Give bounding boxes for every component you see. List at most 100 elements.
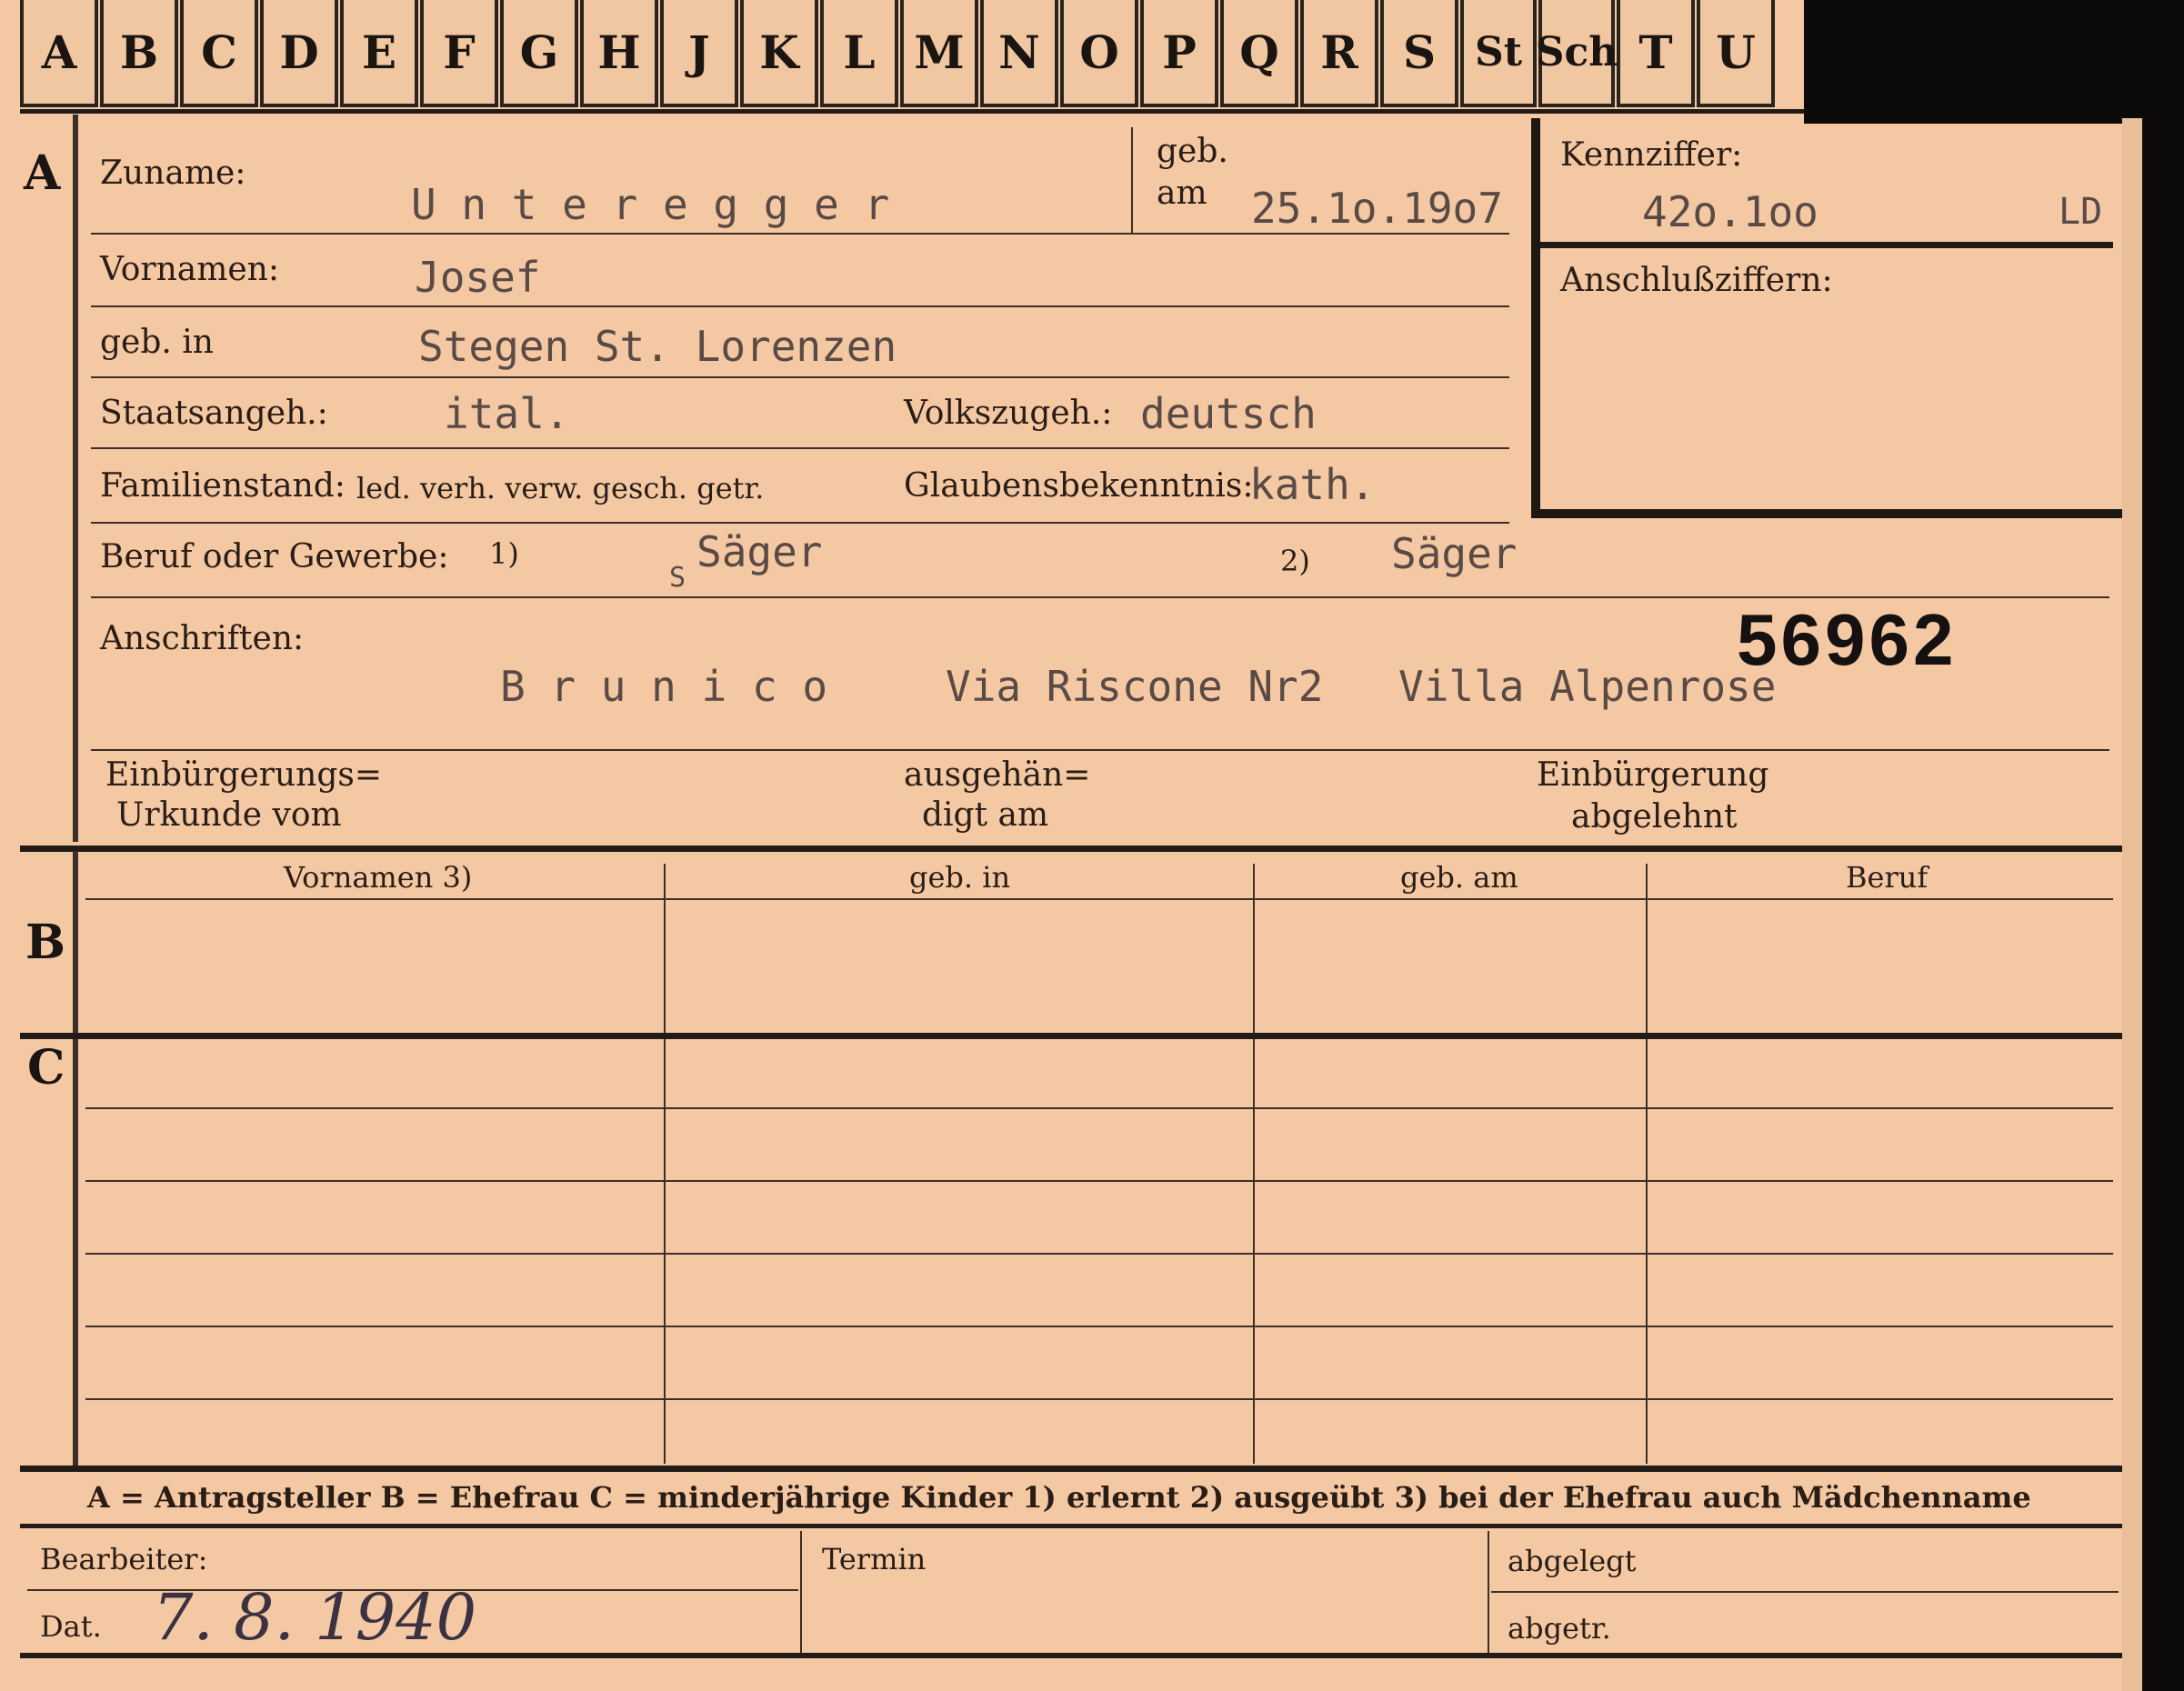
index-tab: K — [740, 0, 818, 107]
row-line — [91, 749, 2109, 751]
index-tab: N — [980, 0, 1058, 107]
anschluss-label: Anschlußziffern: — [1560, 262, 1833, 299]
kennziffer-divider — [1540, 242, 2113, 248]
staatsangeh-label: Staatsangeh.: — [100, 395, 328, 432]
abgetr-label: abgetr. — [1508, 1611, 1611, 1646]
row-line — [91, 376, 1509, 378]
section-b-marker: B — [25, 915, 65, 970]
row-line — [91, 233, 1509, 235]
kennziffer-value: 42o.1oo — [1642, 187, 1818, 236]
kennziffer-label: Kennziffer: — [1560, 136, 1743, 174]
anschriften-villa: Villa Alpenrose — [1398, 662, 1777, 711]
index-tab: R — [1300, 0, 1378, 107]
section-c-top-rule — [20, 1033, 2122, 1039]
termin-label: Termin — [822, 1542, 927, 1576]
index-tab: A — [20, 0, 98, 107]
col-vornamen: Vornamen 3) — [284, 860, 473, 895]
einbuerg-label-1: Einbürgerungs= — [105, 756, 383, 794]
row-line — [91, 447, 1509, 449]
col-geb-am: geb. am — [1400, 860, 1518, 895]
dat-value-handwritten: 7. 8. 1940 — [153, 1580, 477, 1655]
row-line — [91, 305, 1509, 307]
index-tab: Q — [1220, 0, 1298, 107]
abgelehnt-label-1: Einbürgerung — [1537, 756, 1769, 794]
index-tab: M — [900, 0, 978, 107]
geb-in-label: geb. in — [100, 324, 214, 361]
index-tab: H — [580, 0, 658, 107]
staatsangeh-value: ital. — [444, 389, 570, 438]
index-tab: S — [1380, 0, 1458, 107]
glaubens-label: Glaubensbekenntnis: — [904, 467, 1254, 505]
einbuerg-label-2: Urkunde vom — [116, 796, 342, 834]
col-divider — [1488, 1531, 1489, 1653]
index-tab: O — [1060, 0, 1138, 107]
row-line — [1491, 1591, 2119, 1593]
row-line — [85, 898, 2113, 900]
index-tab: U — [1697, 0, 1775, 107]
index-tab: P — [1140, 0, 1218, 107]
index-tabs: A B C D E F G H J K L M N O P Q R S St Sch T U — [20, 0, 1777, 111]
anschriften-label: Anschriften: — [100, 620, 305, 657]
index-tab: E — [340, 0, 418, 107]
beruf-note-1: 1) — [489, 536, 519, 571]
index-tab: G — [500, 0, 578, 107]
index-tab: F — [420, 0, 498, 107]
legend-top-rule — [20, 1466, 2122, 1472]
vornamen-value: Josef — [415, 253, 541, 302]
index-tab: L — [820, 0, 898, 107]
ausgehaen-label-2: digt am — [922, 796, 1049, 834]
col-geb-in: geb. in — [909, 860, 1011, 895]
volkszugeh-label: Volkszugeh.: — [904, 395, 1113, 432]
row-line — [85, 1253, 2113, 1255]
index-tab: C — [180, 0, 258, 107]
abgelegt-label: abgelegt — [1508, 1544, 1637, 1578]
kennziffer-box — [1531, 118, 2122, 518]
index-tab: Sch — [1536, 0, 1618, 107]
geb-am-divider — [1131, 127, 1133, 235]
dat-label: Dat. — [40, 1609, 102, 1644]
tabs-baseline — [20, 109, 1804, 114]
col-divider — [1253, 864, 1255, 1464]
section-a-marker: A — [24, 145, 61, 201]
row-line — [85, 1107, 2113, 1109]
beruf-note-2: 2) — [1280, 544, 1310, 578]
row-line — [85, 1180, 2113, 1182]
col-divider — [800, 1531, 802, 1653]
bearbeiter-label: Bearbeiter: — [40, 1542, 208, 1576]
zuname-label: Zuname: — [100, 155, 246, 192]
zuname-value: U n t e r e g g e r — [411, 180, 890, 229]
row-line — [91, 522, 1509, 524]
section-b-top-rule — [20, 846, 2122, 852]
beruf-value-2: Säger — [1391, 529, 1518, 578]
legend-bottom-rule — [20, 1524, 2122, 1528]
bottom-rule — [20, 1653, 2122, 1658]
geb-am-label-2: am — [1157, 175, 1207, 212]
beruf-value-1: Säger — [696, 527, 823, 576]
volkszugeh-value: deutsch — [1140, 389, 1317, 438]
anschriften-city: B r u n i c o — [500, 662, 828, 711]
card-edge — [2122, 118, 2142, 1691]
left-rule — [73, 851, 78, 1469]
beruf-label: Beruf oder Gewerbe: — [100, 538, 449, 575]
left-rule — [73, 115, 78, 842]
vornamen-label: Vornamen: — [100, 251, 279, 288]
kennziffer-suffix: LD — [2059, 191, 2103, 233]
col-beruf: Beruf — [1846, 860, 1929, 895]
background-edge — [2142, 118, 2184, 1691]
geb-am-label-1: geb. — [1157, 133, 1228, 170]
index-tab: B — [100, 0, 178, 107]
anschriften-street: Via Riscone Nr2 — [946, 662, 1324, 711]
glaubens-value: kath. — [1249, 460, 1376, 509]
row-line — [85, 1398, 2113, 1400]
row-line — [85, 1326, 2113, 1327]
background-corner — [1804, 0, 2184, 124]
index-tab: St — [1460, 0, 1537, 107]
beruf-mark: S — [669, 562, 686, 594]
col-divider — [664, 864, 666, 1464]
col-divider — [1646, 864, 1648, 1464]
legend-text: A = Antragsteller B = Ehefrau C = minder… — [87, 1480, 2031, 1515]
ausgehaen-label-1: ausgehän= — [904, 756, 1091, 794]
index-tab: D — [260, 0, 338, 107]
registration-card: A B C D E F G H J K L M N O P Q R S St Sch T U A Zuname: U n … — [0, 0, 2184, 1691]
familienstand-label: Familienstand: — [100, 467, 346, 505]
